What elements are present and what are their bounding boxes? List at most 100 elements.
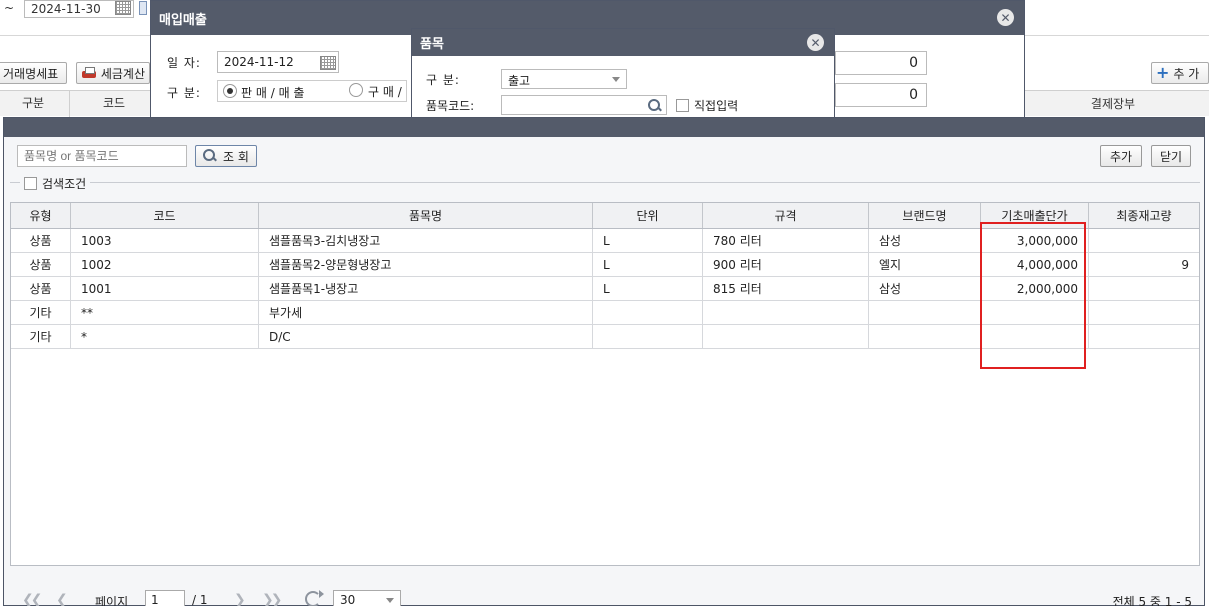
cell-final-stock [1089,325,1199,348]
tax-invoice-button[interactable]: 세금계산 [76,62,150,84]
sales-radio-label: 판 매 / 매 출 [241,86,305,100]
add-item-button[interactable]: 추가 [1100,145,1142,167]
column-header: 구분 [22,96,45,110]
cell-unit [593,325,703,348]
cell-item-name: D/C [259,325,593,348]
prev-page-icon[interactable]: ❮ [56,592,68,606]
cell-brand: 삼성 [869,277,981,300]
type-label: 구 분: [426,73,460,87]
item-code-input[interactable] [501,95,667,115]
cell-spec [703,325,869,348]
search-icon[interactable] [648,99,662,113]
cell-final-stock [1089,277,1199,300]
cell-brand [869,301,981,324]
table-row[interactable]: 상품 1001 샘플품목1-냉장고 L 815 리터 삼성 2,000,000 [11,277,1199,301]
column-header-unit[interactable]: 단위 [593,203,703,228]
divider [10,182,1200,183]
cell-base-price: 3,000,000 [981,229,1089,252]
table-row[interactable]: 상품 1002 샘플품목2-양문형냉장고 L 900 리터 엘지 4,000,0… [11,253,1199,277]
cell-spec: 780 리터 [703,229,869,252]
divider [69,91,70,117]
search-condition-label: 검색조건 [42,177,87,191]
page-size-select[interactable]: 30 [333,590,401,606]
refresh-icon[interactable] [305,590,324,606]
search-condition-checkbox[interactable] [24,177,37,190]
cell-type: 기타 [11,301,71,324]
add-button-label: 추 가 [1173,66,1200,81]
close-icon[interactable]: ✕ [807,34,824,51]
amount-field[interactable]: 0 [835,51,927,75]
close-icon[interactable]: ✕ [997,9,1014,26]
printer-icon [81,66,97,80]
column-header-final-stock[interactable]: 최종재고량 [1089,203,1199,228]
cell-final-stock: 9 [1181,257,1189,272]
date-label: 일 자: [167,56,201,70]
payment-ledger-header: 결제장부 [1090,97,1136,111]
cell-spec [703,301,869,324]
column-header-spec[interactable]: 규격 [703,203,869,228]
column-header-code[interactable]: 코드 [71,203,259,228]
item-code-label: 품목코드: [426,99,475,113]
column-header-type[interactable]: 유형 [11,203,71,228]
column-header-brand[interactable]: 브랜드명 [869,203,981,228]
statement-button[interactable]: 거래명세표 [0,62,67,84]
cell-item-name: 샘플품목1-냉장고 [259,277,593,300]
dialog-title-bar[interactable] [4,118,1204,137]
cell-base-price [981,301,1089,324]
last-page-icon[interactable]: ❯❯ [262,592,283,606]
table-row[interactable]: 상품 1003 샘플품목3-김치냉장고 L 780 리터 삼성 3,000,00… [11,229,1199,253]
cell-unit [593,301,703,324]
item-grid: 유형 코드 품목명 단위 규격 브랜드명 기초매출단가 최종재고량 상품 100… [10,202,1200,566]
table-row[interactable]: 기타 * D/C [11,325,1199,349]
table-row[interactable]: 기타 ** 부가세 [11,301,1199,325]
cell-base-price [981,325,1089,348]
item-search-dialog: 조 회 추가 닫기 검색조건 유형 코드 품목명 단위 규격 브랜드명 기초매출… [3,117,1205,606]
cell-base-price: 2,000,000 [981,277,1089,300]
next-page-icon[interactable]: ❯ [234,592,246,606]
keyword-search-input[interactable] [17,145,187,167]
dialog-title: 매입매출 [159,12,207,28]
direct-input-checkbox[interactable] [676,99,689,112]
direct-input-label: 직접입력 [694,99,739,113]
cell-final-stock [1089,229,1199,252]
cell-brand [869,325,981,348]
calendar-icon[interactable] [139,1,147,15]
column-header: 코드 [103,96,126,110]
cell-item-name: 샘플품목2-양문형냉장고 [259,253,593,276]
search-button[interactable]: 조 회 [195,145,257,167]
column-header-item-name[interactable]: 품목명 [259,203,593,228]
column-header-base-price[interactable]: 기초매출단가 [981,203,1089,228]
close-button[interactable]: 닫기 [1151,145,1191,167]
cell-unit: L [593,277,703,300]
date-range-tilde: ~ [4,1,15,15]
cell-spec: 815 리터 [703,277,869,300]
cell-code: 1001 [71,277,259,300]
cell-code: 1002 [71,253,259,276]
cell-item-name: 샘플품목3-김치냉장고 [259,229,593,252]
cell-type: 상품 [11,277,71,300]
page-number-input[interactable]: 1 [145,590,185,606]
search-condition-toggle[interactable]: 검색조건 [20,175,91,192]
chevron-down-icon [386,598,394,603]
cell-brand: 삼성 [869,229,981,252]
dialog-title-bar[interactable]: 품목 ✕ [412,29,834,56]
add-button[interactable]: + 추 가 [1151,62,1209,84]
amount-field[interactable]: 0 [835,83,927,107]
cell-brand: 엘지 [869,253,981,276]
type-select-value: 출고 [508,74,531,88]
chevron-down-icon [612,77,620,82]
add-item-button-label: 추가 [1109,149,1133,164]
plus-icon: + [1156,63,1170,82]
cell-unit: L [593,253,703,276]
search-icon [203,149,217,163]
calendar-icon[interactable] [320,56,336,70]
calendar-icon[interactable] [115,1,131,15]
cell-code: ** [71,301,259,324]
item-dialog: 품목 ✕ 구 분: 출고 품목코드: 직접입력 [411,28,835,120]
sales-radio[interactable] [223,84,237,98]
purchase-radio[interactable] [349,83,363,97]
type-select[interactable]: 출고 [501,69,627,89]
first-page-icon[interactable]: ❮❮ [22,592,43,606]
page-total: / 1 [192,593,208,606]
grid-header-row: 유형 코드 품목명 단위 규격 브랜드명 기초매출단가 최종재고량 [11,203,1199,229]
